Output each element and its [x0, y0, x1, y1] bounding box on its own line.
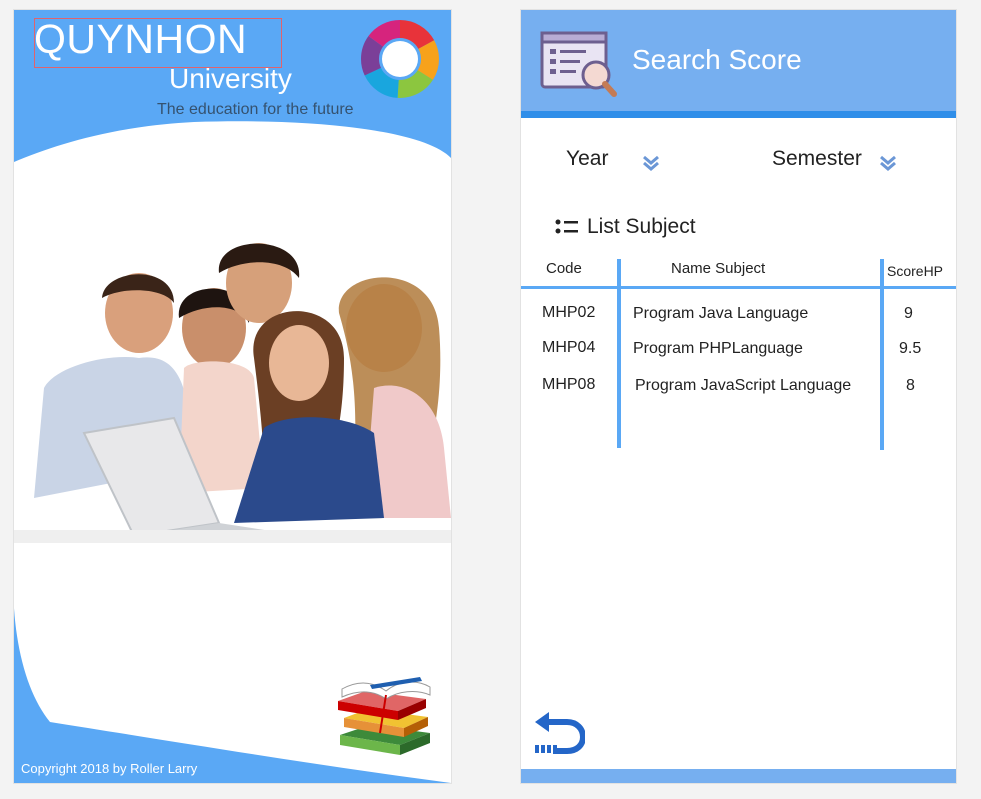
column-divider — [617, 259, 621, 448]
row-3-code: MHP08 — [542, 376, 596, 393]
year-filter-label[interactable]: Year — [566, 147, 608, 171]
students-photo — [14, 218, 451, 543]
tagline: The education for the future — [157, 101, 354, 118]
copyright-text: Copyright 2018 by Roller Larry — [21, 761, 198, 776]
row-1-score: 9 — [904, 305, 913, 322]
row-3-score: 8 — [906, 377, 915, 394]
column-header-score: ScoreHP — [887, 263, 944, 279]
column-header-code: Code — [546, 260, 582, 277]
year-double-chevron-down-icon[interactable] — [641, 154, 661, 172]
table-header-divider — [521, 286, 956, 289]
row-2-score: 9.5 — [899, 340, 922, 357]
column-divider — [880, 259, 884, 450]
page-title: Search Score — [632, 44, 802, 75]
semester-filter-label[interactable]: Semester — [772, 147, 862, 171]
row-3-name: Program JavaScript Language — [635, 377, 852, 394]
back-arrow-icon[interactable] — [533, 712, 585, 756]
search-document-icon — [540, 31, 617, 97]
brand-subtitle: University — [169, 63, 292, 94]
brand-name: QUYNHON — [34, 16, 248, 62]
semester-double-chevron-down-icon[interactable] — [878, 154, 898, 172]
row-1-name: Program Java Language — [633, 305, 809, 322]
row-2-name: Program PHPLanguage — [633, 340, 803, 357]
row-2-code: MHP04 — [542, 339, 596, 356]
books-icon — [338, 677, 431, 755]
bottom-bar — [521, 769, 956, 783]
header-divider — [521, 111, 956, 118]
column-header-name: Name Subject — [671, 260, 766, 277]
university-logo-icon — [361, 20, 439, 98]
row-1-code: MHP02 — [542, 304, 596, 321]
list-icon — [555, 219, 578, 234]
list-title: List Subject — [587, 215, 696, 238]
splash-screen: QUYNHON University The education for the… — [13, 9, 452, 784]
search-score-screen: Search Score Year Semester List Subject … — [520, 9, 957, 784]
